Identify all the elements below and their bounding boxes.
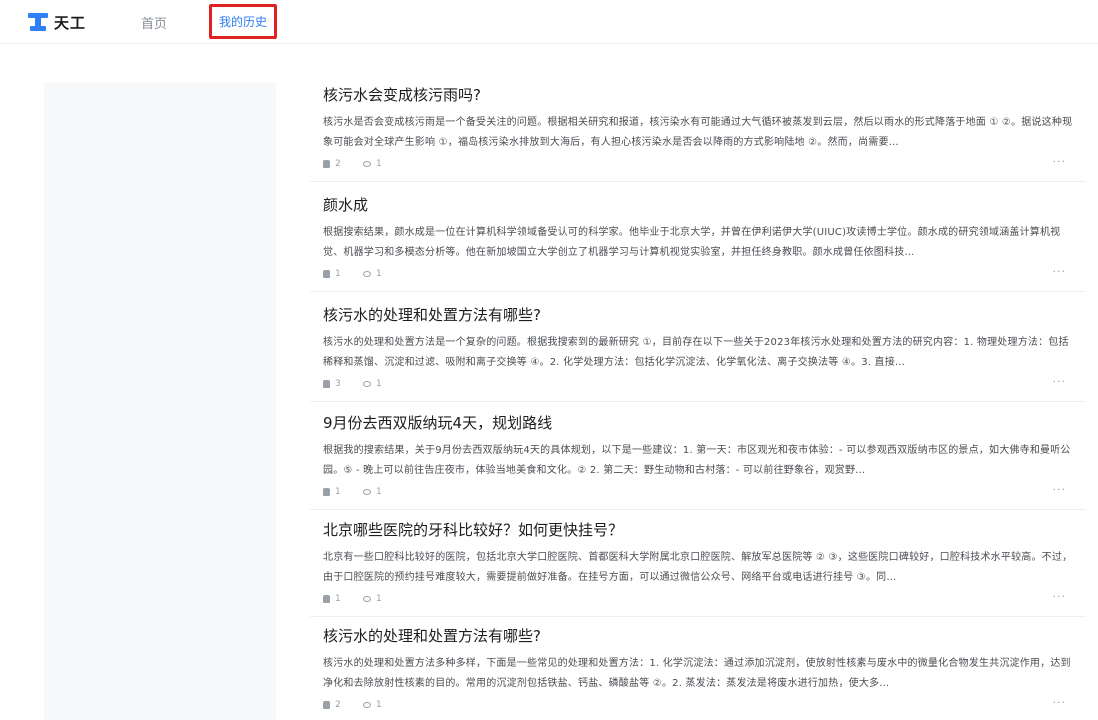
view-count: 1 xyxy=(363,379,382,389)
history-item-title[interactable]: 核污水会变成核污雨吗? xyxy=(323,84,1074,106)
history-item-footer: 2 1 ··· xyxy=(323,155,1074,173)
history-item-title[interactable]: 9月份去西双版纳玩4天，规划路线 xyxy=(323,412,1074,434)
like-count[interactable]: 1 xyxy=(323,269,341,279)
history-item-title[interactable]: 颜水成 xyxy=(323,194,1074,216)
like-count[interactable]: 1 xyxy=(323,594,341,604)
like-count-value: 3 xyxy=(335,379,341,389)
view-count: 1 xyxy=(363,594,382,604)
thumb-up-icon xyxy=(323,380,330,388)
more-options-icon[interactable]: ··· xyxy=(1053,155,1067,168)
history-item-footer: 1 1 ··· xyxy=(323,590,1074,608)
more-options-icon[interactable]: ··· xyxy=(1053,265,1067,278)
tiangong-logo-icon xyxy=(28,13,48,31)
history-item[interactable]: 核污水会变成核污雨吗? 核污水是否会变成核污雨是一个备受关注的问题。根据相关研究… xyxy=(310,72,1086,182)
like-count-value: 1 xyxy=(335,594,341,604)
app-logo[interactable]: 天工 xyxy=(28,10,86,34)
thumb-up-icon xyxy=(323,488,330,496)
left-side-panel xyxy=(44,82,276,720)
more-options-icon[interactable]: ··· xyxy=(1053,375,1067,388)
history-item-snippet: 核污水的处理和处置方法多种多样，下面是一些常见的处理和处置方法：1. 化学沉淀法… xyxy=(323,658,1071,689)
nav-home-link[interactable]: 首页 xyxy=(141,13,167,32)
history-item-snippet: 根据搜索结果，颜水成是一位在计算机科学领域备受认可的科学家。他毕业于北京大学，并… xyxy=(323,227,1061,258)
history-item[interactable]: 9月份去西双版纳玩4天，规划路线 根据我的搜索结果，关于9月份去西双版纳玩4天的… xyxy=(310,400,1086,510)
history-item-title[interactable]: 核污水的处理和处置方法有哪些? xyxy=(323,625,1074,647)
like-count-value: 2 xyxy=(335,700,341,710)
logo-text: 天工 xyxy=(54,13,87,32)
history-item-footer: 1 1 ··· xyxy=(323,483,1074,501)
thumb-up-icon xyxy=(323,160,330,168)
like-count-value: 1 xyxy=(335,269,341,279)
view-count-value: 1 xyxy=(376,379,382,389)
nav-history-link[interactable]: 我的历史 xyxy=(209,4,277,39)
more-options-icon[interactable]: ··· xyxy=(1053,590,1067,603)
thumb-up-icon xyxy=(323,595,330,603)
view-count-value: 1 xyxy=(376,159,382,169)
more-options-icon[interactable]: ··· xyxy=(1053,696,1067,709)
history-item-snippet: 根据我的搜索结果，关于9月份去西双版纳玩4天的具体规划，以下是一些建议：1. 第… xyxy=(323,445,1071,476)
view-count-value: 1 xyxy=(376,269,382,279)
top-navbar: 天工 首页 我的历史 xyxy=(0,0,1098,44)
view-count: 1 xyxy=(363,159,382,169)
nav-history-label: 我的历史 xyxy=(218,15,267,29)
view-count: 1 xyxy=(363,700,382,710)
history-item-snippet: 核污水的处理和处置方法是一个复杂的问题。根据我搜索到的最新研究 ①，目前存在以下… xyxy=(323,337,1069,368)
history-item-snippet: 北京有一些口腔科比较好的医院，包括北京大学口腔医院、首都医科大学附属北京口腔医院… xyxy=(323,552,1073,583)
history-item-footer: 2 1 ··· xyxy=(323,696,1074,714)
history-item[interactable]: 核污水的处理和处置方法有哪些? 核污水的处理和处置方法是一个复杂的问题。根据我搜… xyxy=(310,292,1086,402)
like-count-value: 1 xyxy=(335,487,341,497)
like-count-value: 2 xyxy=(335,159,341,169)
view-count: 1 xyxy=(363,487,382,497)
view-count-value: 1 xyxy=(376,487,382,497)
history-item-title[interactable]: 核污水的处理和处置方法有哪些? xyxy=(323,304,1074,326)
thumb-up-icon xyxy=(323,270,330,278)
eye-icon xyxy=(363,381,371,387)
history-item[interactable]: 核污水的处理和处置方法有哪些? 核污水的处理和处置方法多种多样，下面是一些常见的… xyxy=(310,613,1086,720)
view-count-value: 1 xyxy=(376,700,382,710)
view-count: 1 xyxy=(363,269,382,279)
thumb-up-icon xyxy=(323,701,330,709)
history-item-footer: 3 1 ··· xyxy=(323,375,1074,393)
history-item[interactable]: 北京哪些医院的牙科比较好？如何更快挂号？ 北京有一些口腔科比较好的医院，包括北京… xyxy=(310,507,1086,617)
like-count[interactable]: 3 xyxy=(323,379,341,389)
history-item[interactable]: 颜水成 根据搜索结果，颜水成是一位在计算机科学领域备受认可的科学家。他毕业于北京… xyxy=(310,182,1086,292)
eye-icon xyxy=(363,271,371,277)
like-count[interactable]: 2 xyxy=(323,159,341,169)
view-count-value: 1 xyxy=(376,594,382,604)
eye-icon xyxy=(363,596,371,602)
like-count[interactable]: 2 xyxy=(323,700,341,710)
history-item-snippet: 核污水是否会变成核污雨是一个备受关注的问题。根据相关研究和报道，核污染水有可能通… xyxy=(323,117,1073,148)
eye-icon xyxy=(363,702,371,708)
eye-icon xyxy=(363,489,371,495)
history-item-footer: 1 1 ··· xyxy=(323,265,1074,283)
eye-icon xyxy=(363,161,371,167)
history-item-title[interactable]: 北京哪些医院的牙科比较好？如何更快挂号？ xyxy=(323,519,1074,541)
more-options-icon[interactable]: ··· xyxy=(1053,483,1067,496)
like-count[interactable]: 1 xyxy=(323,487,341,497)
